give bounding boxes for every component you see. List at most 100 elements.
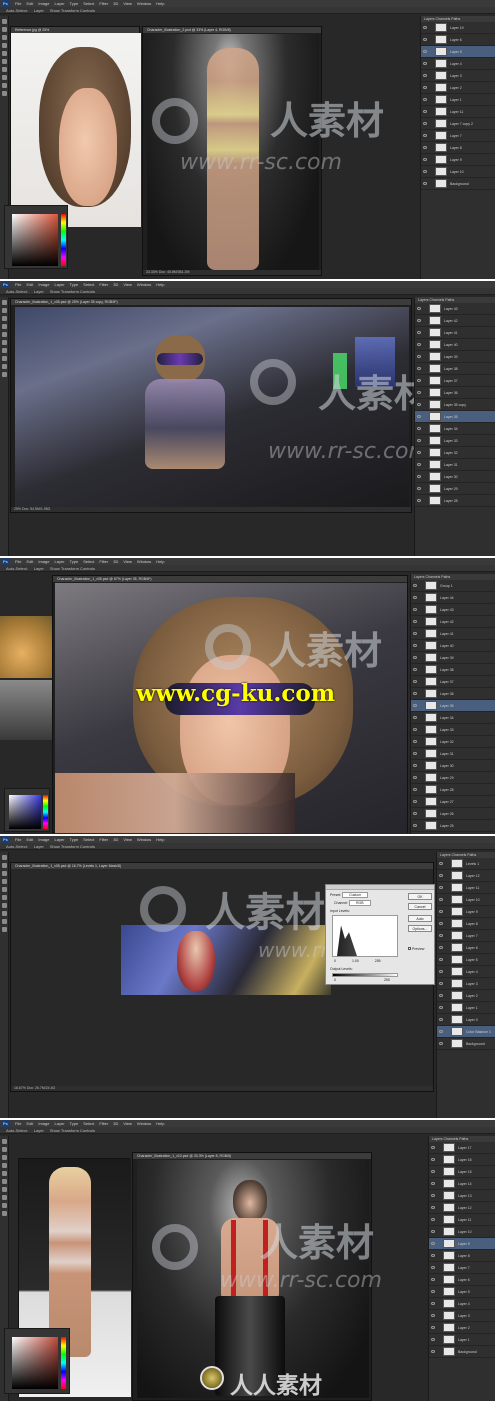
visibility-eye-icon[interactable] [413,584,417,587]
eraser-tool-icon[interactable] [2,1171,7,1176]
layer-row[interactable]: Layer 10 [437,894,495,906]
layer-row[interactable]: Layer 9 [421,154,495,166]
eraser-tool-icon[interactable] [2,887,7,892]
menu-select[interactable]: Select [83,282,94,287]
visibility-eye-icon[interactable] [417,331,421,334]
pen-tool-icon[interactable] [2,75,7,80]
menu-select[interactable]: Select [83,559,94,564]
menu-filter[interactable]: Filter [99,1,108,6]
visibility-eye-icon[interactable] [413,776,417,779]
layer-row[interactable]: Layer 30 [415,471,495,483]
gradient-tool-icon[interactable] [2,1179,7,1184]
visibility-eye-icon[interactable] [423,50,427,53]
visibility-eye-icon[interactable] [431,1218,435,1221]
gradient-tool-icon[interactable] [2,340,7,345]
layer-row[interactable]: Layer 28 [415,495,495,507]
layer-row[interactable]: Layer 28 [411,784,495,796]
auto-select-value[interactable]: Layer [34,289,44,294]
layer-row[interactable]: Layer 30 [411,760,495,772]
menu-file[interactable]: File [15,1,21,6]
menu-3d[interactable]: 3D [113,837,118,842]
menu-window[interactable]: Window [137,282,151,287]
type-tool-icon[interactable] [2,364,7,369]
document-tab[interactable]: Character_Illustration_1_v05.psd @ 25% (… [11,299,411,305]
visibility-eye-icon[interactable] [423,158,427,161]
auto-select-value[interactable]: Layer [34,844,44,849]
brush-tool-icon[interactable] [2,1163,7,1168]
visibility-eye-icon[interactable] [417,463,421,466]
show-transform-label[interactable]: Show Transform Controls [50,8,95,13]
layer-row[interactable]: Layer 14 [429,1178,495,1190]
layer-row[interactable]: Layer 4 [429,1298,495,1310]
visibility-eye-icon[interactable] [413,764,417,767]
visibility-eye-icon[interactable] [417,319,421,322]
visibility-eye-icon[interactable] [431,1266,435,1269]
layer-row[interactable]: Background [429,1346,495,1358]
visibility-eye-icon[interactable] [439,1006,443,1009]
menu-help[interactable]: Help [156,282,164,287]
visibility-eye-icon[interactable] [439,1030,443,1033]
visibility-eye-icon[interactable] [423,122,427,125]
menu-help[interactable]: Help [156,1121,164,1126]
menu-edit[interactable]: Edit [26,837,33,842]
layer-row[interactable]: Layer 10 [429,1226,495,1238]
layer-row[interactable]: Layer 7 [429,1262,495,1274]
visibility-eye-icon[interactable] [417,439,421,442]
auto-select-label[interactable]: Auto-Select: [6,8,28,13]
color-picker[interactable] [4,1328,70,1394]
layer-row[interactable]: Layer 39 [411,652,495,664]
visibility-eye-icon[interactable] [439,958,443,961]
menu-select[interactable]: Select [83,1121,94,1126]
menu-filter[interactable]: Filter [99,282,108,287]
visibility-eye-icon[interactable] [423,38,427,41]
ok-button[interactable]: OK [408,893,432,900]
menu-edit[interactable]: Edit [26,282,33,287]
visibility-eye-icon[interactable] [431,1350,435,1353]
lasso-tool-icon[interactable] [2,1155,7,1160]
menu-filter[interactable]: Filter [99,837,108,842]
visibility-eye-icon[interactable] [413,656,417,659]
show-transform-label[interactable]: Show Transform Controls [50,844,95,849]
menu-view[interactable]: View [123,1121,132,1126]
layer-row[interactable]: Layer 31 [415,459,495,471]
hue-slider[interactable] [61,214,66,266]
layer-row[interactable]: Layer 29 [411,772,495,784]
reference-window[interactable]: Reference.jpg @ 25% [10,26,141,227]
visibility-eye-icon[interactable] [413,752,417,755]
menu-filter[interactable]: Filter [99,1121,108,1126]
visibility-eye-icon[interactable] [417,415,421,418]
layer-row[interactable]: Layer 4 [421,58,495,70]
layer-row[interactable]: Background [437,1038,495,1050]
visibility-eye-icon[interactable] [423,86,427,89]
menu-file[interactable]: File [15,559,21,564]
eraser-tool-icon[interactable] [2,332,7,337]
menu-layer[interactable]: Layer [55,1,65,6]
layer-row[interactable]: Layer 31 [411,748,495,760]
visibility-eye-icon[interactable] [413,632,417,635]
visibility-eye-icon[interactable] [439,874,443,877]
menu-3d[interactable]: 3D [113,559,118,564]
auto-select-value[interactable]: Layer [34,1128,44,1133]
input-black[interactable]: 0 [334,959,336,963]
pen-tool-icon[interactable] [2,1195,7,1200]
layer-row[interactable]: Layer 37 [415,375,495,387]
layer-row[interactable]: Layer 35 copy [415,399,495,411]
type-tool-icon[interactable] [2,83,7,88]
visibility-eye-icon[interactable] [431,1170,435,1173]
layer-row[interactable]: Layer 3 [421,70,495,82]
lasso-tool-icon[interactable] [2,316,7,321]
visibility-eye-icon[interactable] [413,716,417,719]
lasso-tool-icon[interactable] [2,871,7,876]
output-gradient[interactable] [332,973,398,977]
layer-row[interactable]: Levels 1 [437,858,495,870]
visibility-eye-icon[interactable] [439,982,443,985]
layer-row[interactable]: Layer 42 [415,315,495,327]
layer-row[interactable]: Layer 32 [415,447,495,459]
layer-row[interactable]: Layer 41 [411,628,495,640]
layer-row[interactable]: Layer 32 [411,736,495,748]
visibility-eye-icon[interactable] [417,427,421,430]
menu-view[interactable]: View [123,1,132,6]
layer-row[interactable]: Layer 10 [421,166,495,178]
layer-row[interactable]: Layer 6 [437,942,495,954]
layer-row[interactable]: Layer 1 [437,1002,495,1014]
